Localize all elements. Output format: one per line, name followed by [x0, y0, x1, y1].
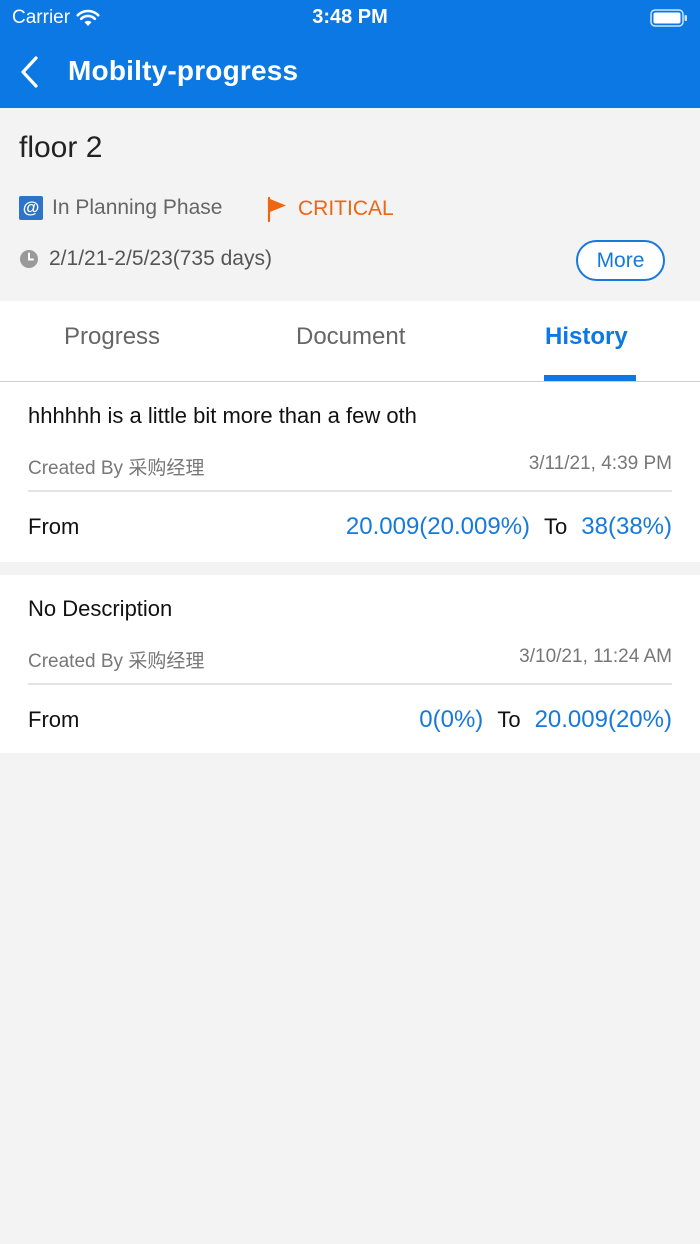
from-value: 0(0%): [419, 706, 484, 733]
history-creator: Created By 采购经理: [28, 458, 205, 479]
page-title: Mobilty-progress: [68, 55, 299, 86]
to-value: 20.009(20%): [534, 706, 672, 733]
phase-label: In Planning Phase: [52, 196, 223, 219]
tab-bar: Progress Document History: [0, 301, 700, 382]
divider: [28, 490, 672, 492]
priority-label: CRITICAL: [298, 197, 394, 220]
from-label: From: [28, 707, 80, 732]
project-name: floor 2: [19, 131, 103, 164]
flag-icon: [267, 196, 286, 222]
project-summary: floor 2 @ In Planning Phase CRITICAL 2/1…: [0, 108, 700, 301]
chevron-left-icon: [21, 56, 38, 88]
history-description: No Description: [28, 596, 173, 621]
progress-change: 20.009(20.009%) To 38(38%): [346, 513, 672, 541]
history-item[interactable]: hhhhhh is a little bit more than a few o…: [0, 382, 700, 562]
from-value: 20.009(20.009%): [345, 513, 531, 540]
to-label: To: [497, 707, 521, 732]
tab-document[interactable]: Document: [296, 323, 405, 351]
battery-icon: [650, 9, 687, 27]
status-time: 3:48 PM: [312, 6, 388, 28]
priority-indicator: CRITICAL: [266, 196, 394, 222]
tab-progress[interactable]: Progress: [64, 323, 160, 351]
phase-indicator: @ In Planning Phase: [19, 196, 222, 220]
date-range-label: 2/1/21-2/5/23(735 days): [49, 247, 272, 270]
from-label: From: [28, 514, 80, 539]
clock-icon: [20, 250, 38, 268]
history-date: 3/11/21, 4:39 PM: [528, 453, 672, 474]
more-button[interactable]: More: [576, 240, 665, 281]
app-header: Carrier 3:48 PM Mobilty-progress: [0, 0, 700, 108]
phase-icon: @: [19, 196, 43, 220]
status-bar: Carrier 3:48 PM: [0, 0, 700, 36]
to-label: To: [544, 514, 568, 539]
date-range: 2/1/21-2/5/23(735 days): [19, 247, 272, 271]
history-description: hhhhhh is a little bit more than a few o…: [28, 403, 417, 428]
active-tab-indicator: [544, 375, 636, 381]
back-button[interactable]: [14, 52, 50, 92]
history-creator: Created By 采购经理: [28, 651, 205, 672]
to-value: 38(38%): [581, 513, 672, 540]
progress-change: 0(0%) To 20.009(20%): [419, 706, 672, 734]
navigation-bar: Mobilty-progress: [0, 40, 700, 104]
history-date: 3/10/21, 11:24 AM: [519, 646, 672, 667]
divider: [28, 683, 672, 685]
history-item[interactable]: No Description Created By 采购经理 3/10/21, …: [0, 575, 700, 753]
tab-history[interactable]: History: [545, 323, 628, 351]
